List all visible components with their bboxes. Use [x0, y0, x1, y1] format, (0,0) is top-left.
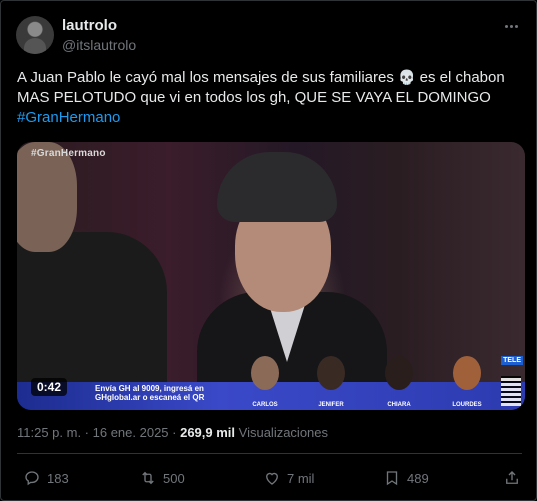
share-icon: [506, 471, 518, 484]
contestant-name: CARLOS: [252, 402, 278, 408]
video-player[interactable]: #GranHermano Envía GH al 9009, ingresá e…: [17, 142, 525, 410]
contestant-1: CARLOS: [243, 356, 287, 410]
like-count: 7 mil: [287, 470, 315, 486]
tweet-timestamp[interactable]: 11:25 p. m. · 16 ene. 2025 ·: [17, 425, 180, 440]
reply-count: 183: [47, 470, 69, 486]
divider: [17, 453, 522, 454]
contestant-name: LOURDES: [452, 402, 482, 408]
tweet-card: lautrolo @itslautrolo A Juan Pablo le ca…: [0, 0, 537, 501]
contestant-name: JENIFER: [318, 402, 344, 408]
video-person-left: [17, 142, 167, 410]
bookmark-count: 489: [407, 470, 429, 486]
contestant-2: JENIFER: [309, 356, 353, 410]
avatar[interactable]: [16, 16, 54, 54]
ticker-line-1: Envía GH al 9009, ingresá en: [95, 384, 204, 393]
contestant-name: CHIARA: [387, 402, 411, 408]
retweet-button[interactable]: 500: [139, 468, 185, 488]
bookmark-icon: [386, 471, 398, 486]
like-button[interactable]: 7 mil: [263, 468, 314, 488]
contestant-4: LOURDES: [445, 356, 489, 410]
more-options-icon[interactable]: [500, 17, 522, 35]
ticker-line-2: GHglobal.ar o escaneá el QR: [95, 393, 205, 402]
video-duration: 0:42: [31, 378, 68, 396]
author-name[interactable]: lautrolo: [62, 17, 117, 34]
skull-emoji: 💀: [398, 69, 416, 85]
video-watermark: #GranHermano: [31, 148, 106, 159]
views-count: 269,9 mil: [180, 425, 236, 440]
tweet-meta: 11:25 p. m. · 16 ene. 2025 · 269,9 mil V…: [17, 425, 328, 440]
reply-icon: [25, 471, 39, 486]
retweet-icon: [142, 471, 154, 485]
hashtag-link[interactable]: #GranHermano: [17, 109, 120, 126]
bookmark-button[interactable]: 489: [383, 468, 429, 488]
share-button[interactable]: [503, 468, 521, 488]
video-ticker-text: Envía GH al 9009, ingresá en GHglobal.ar…: [95, 384, 204, 402]
qr-code: [501, 376, 521, 406]
tweet-text: A Juan Pablo le cayó mal los mensajes de…: [17, 67, 522, 128]
contestant-3: CHIARA: [377, 356, 421, 410]
retweet-count: 500: [163, 470, 185, 486]
tele-badge: TELE: [501, 356, 523, 365]
heart-icon: [266, 472, 278, 485]
author-handle[interactable]: @itslautrolo: [62, 37, 136, 53]
views-label: Visualizaciones: [235, 425, 329, 440]
tweet-text-part1: A Juan Pablo le cayó mal los mensajes de…: [17, 69, 399, 86]
reply-button[interactable]: 183: [23, 468, 69, 488]
